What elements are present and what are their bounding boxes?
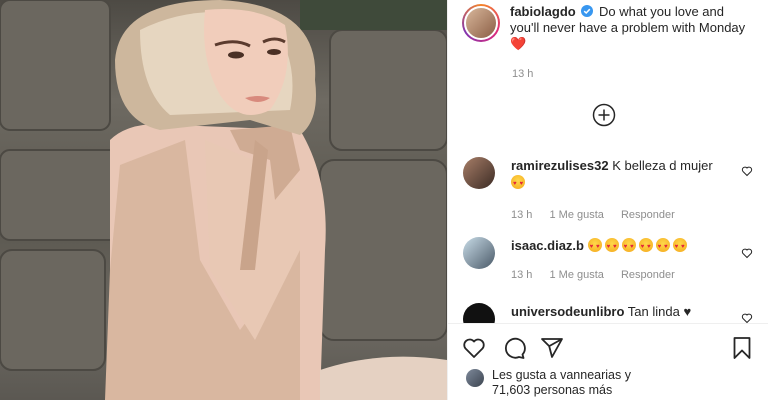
share-icon[interactable] bbox=[540, 336, 564, 360]
heart-eyes-emoji bbox=[604, 238, 619, 256]
post-photo[interactable] bbox=[0, 0, 447, 400]
instagram-post: fabiolagdo Do what you love and you'll n… bbox=[0, 0, 768, 400]
comment-item: ramirezulises32 K belleza d mujer 13 h 1… bbox=[463, 157, 753, 224]
heart-icon[interactable] bbox=[462, 336, 486, 360]
bookmark-icon[interactable] bbox=[730, 336, 754, 360]
heart-eyes-emoji bbox=[672, 238, 687, 256]
comment-time[interactable]: 13 h bbox=[511, 269, 532, 281]
comment-body: ramirezulises32 K belleza d mujer 13 h 1… bbox=[511, 157, 733, 224]
heart-icon[interactable] bbox=[741, 247, 753, 259]
comment-body: universodeunlibro Tan linda ♥ bbox=[511, 303, 733, 323]
plus-circle-icon[interactable] bbox=[592, 103, 616, 127]
heart-icon[interactable] bbox=[741, 165, 753, 177]
liker-avatar[interactable] bbox=[466, 369, 484, 387]
commenter-avatar[interactable] bbox=[463, 237, 495, 269]
comment-item: universodeunlibro Tan linda ♥ bbox=[463, 303, 753, 323]
commenter-username[interactable]: ramirezulises32 bbox=[511, 158, 609, 173]
commenter-avatar[interactable] bbox=[463, 157, 495, 189]
reply-button[interactable]: Responder bbox=[621, 269, 675, 281]
comment-likes[interactable]: 1 Me gusta bbox=[549, 209, 603, 221]
comment-text: Tan linda ♥ bbox=[627, 304, 692, 319]
heart-eyes-emoji bbox=[621, 238, 636, 256]
likes-summary: Les gusta a vannearias y 71,603 personas… bbox=[466, 368, 631, 398]
commenter-username[interactable]: universodeunlibro bbox=[511, 304, 624, 319]
author-username[interactable]: fabiolagdo bbox=[510, 4, 576, 19]
comment-time[interactable]: 13 h bbox=[511, 209, 532, 221]
caption-time[interactable]: 13 h bbox=[512, 68, 533, 80]
heart-eyes-emoji bbox=[587, 238, 602, 256]
heart-eyes-emoji bbox=[638, 238, 653, 256]
photo-illustration bbox=[0, 0, 447, 400]
heart-icon[interactable] bbox=[741, 312, 753, 323]
heart-eyes-emoji bbox=[655, 238, 670, 256]
verified-badge-icon bbox=[581, 5, 594, 17]
likes-text[interactable]: Les gusta a vannearias y 71,603 personas… bbox=[492, 368, 631, 398]
caption: fabiolagdo Do what you love and you'll n… bbox=[462, 4, 762, 52]
comment-icon[interactable] bbox=[502, 336, 526, 360]
likes-line-2: 71,603 personas más bbox=[492, 383, 613, 397]
comment-item: isaac.diaz.b 13 h 1 Me gusta Responder bbox=[463, 237, 753, 284]
commenter-username[interactable]: isaac.diaz.b bbox=[511, 238, 584, 253]
divider bbox=[448, 323, 768, 324]
comment-meta: 13 h 1 Me gusta Responder bbox=[511, 267, 733, 284]
heart-eyes-emoji bbox=[511, 175, 525, 193]
action-bar bbox=[462, 336, 754, 362]
commenter-avatar[interactable] bbox=[463, 303, 495, 323]
author-avatar[interactable] bbox=[462, 4, 500, 42]
likes-line-1: Les gusta a vannearias y bbox=[492, 368, 631, 382]
caption-text: fabiolagdo Do what you love and you'll n… bbox=[510, 4, 750, 52]
comment-meta: 13 h 1 Me gusta Responder bbox=[511, 207, 733, 224]
red-heart-emoji: ❤️ bbox=[510, 36, 527, 51]
reply-button[interactable]: Responder bbox=[621, 209, 675, 221]
comment-likes[interactable]: 1 Me gusta bbox=[549, 269, 603, 281]
comment-body: isaac.diaz.b 13 h 1 Me gusta Responder bbox=[511, 237, 733, 284]
comment-text: K belleza d mujer bbox=[612, 158, 713, 173]
